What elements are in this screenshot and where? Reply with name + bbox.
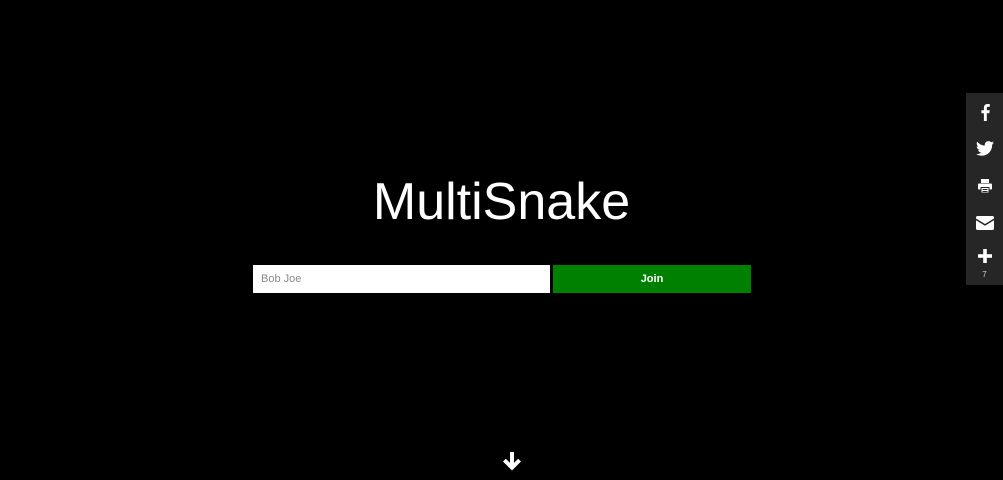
page-title: MultiSnake (372, 173, 631, 231)
twitter-icon (975, 141, 994, 156)
join-button[interactable]: Join (553, 265, 751, 293)
share-print-button[interactable] (966, 167, 1003, 204)
facebook-icon (977, 103, 993, 121)
plus-icon (977, 249, 992, 268)
share-sidebar: 7 (966, 93, 1003, 285)
name-input[interactable] (253, 265, 550, 293)
arrow-down-icon (501, 451, 523, 478)
share-more-button[interactable]: 7 (966, 241, 1003, 279)
share-twitter-button[interactable] (966, 130, 1003, 167)
page: MultiSnake Join (0, 0, 1003, 480)
print-icon (977, 178, 993, 194)
email-icon (975, 215, 994, 230)
join-form: Join (253, 265, 751, 293)
share-count: 7 (982, 270, 987, 279)
share-email-button[interactable] (966, 204, 1003, 241)
scroll-down-button[interactable] (500, 451, 524, 478)
share-facebook-button[interactable] (966, 93, 1003, 130)
